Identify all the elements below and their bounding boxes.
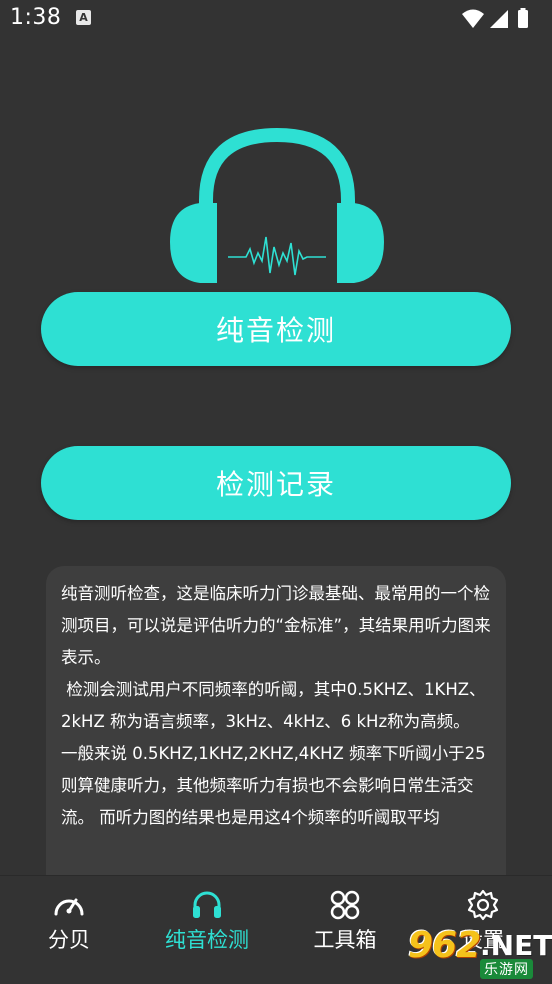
speedometer-icon xyxy=(54,898,84,916)
pure-tone-test-button[interactable]: 纯音检测 xyxy=(41,292,511,366)
toolbox-grid-icon xyxy=(330,890,360,920)
watermark-site: 乐游网 xyxy=(480,959,533,979)
gear-icon xyxy=(467,889,499,921)
nav-label-toolbox: 工具箱 xyxy=(313,928,377,952)
status-icons xyxy=(462,8,528,28)
nav-item-toolbox[interactable]: 工具箱 xyxy=(276,876,414,984)
wifi-icon xyxy=(462,9,484,28)
test-record-button[interactable]: 检测记录 xyxy=(41,446,511,520)
cell-signal-icon xyxy=(490,10,508,28)
info-paragraph: 检测会测试用户不同频率的听阈，其中0.5KHZ、1KHZ、2kHZ 称为语言频率… xyxy=(61,680,486,731)
nav-item-pure-tone[interactable]: 纯音检测 xyxy=(138,876,276,984)
info-paragraph: 纯音测听检查，这是临床听力门诊最基础、最常用的一个检测项目，可以说是评估听力的“… xyxy=(61,584,491,667)
headphones-waveform-icon xyxy=(170,127,384,283)
nav-label-decibel: 分贝 xyxy=(48,928,90,952)
info-paragraph: 一般来说 0.5KHZ,1KHZ,2KHZ,4KHZ 频率下听阈小于25则算健康… xyxy=(61,744,486,827)
site-watermark: 962 .NET 乐游网 xyxy=(408,925,552,979)
watermark-number: 962 xyxy=(408,925,481,966)
battery-icon xyxy=(518,10,528,28)
info-text: 纯音测听检查，这是临床听力门诊最基础、最常用的一个检测项目，可以说是评估听力的“… xyxy=(46,566,506,834)
info-card: 纯音测听检查，这是临床听力门诊最基础、最常用的一个检测项目，可以说是评估听力的“… xyxy=(46,566,506,896)
status-time: 1:38 xyxy=(10,5,62,30)
notification-badge-icon: A xyxy=(76,10,91,25)
status-bar: 1:38 A xyxy=(0,0,552,38)
headphones-icon xyxy=(193,891,221,918)
watermark-suffix: .NET xyxy=(480,929,552,962)
nav-label-pure-tone: 纯音检测 xyxy=(165,928,249,952)
nav-item-decibel[interactable]: 分贝 xyxy=(0,876,138,984)
